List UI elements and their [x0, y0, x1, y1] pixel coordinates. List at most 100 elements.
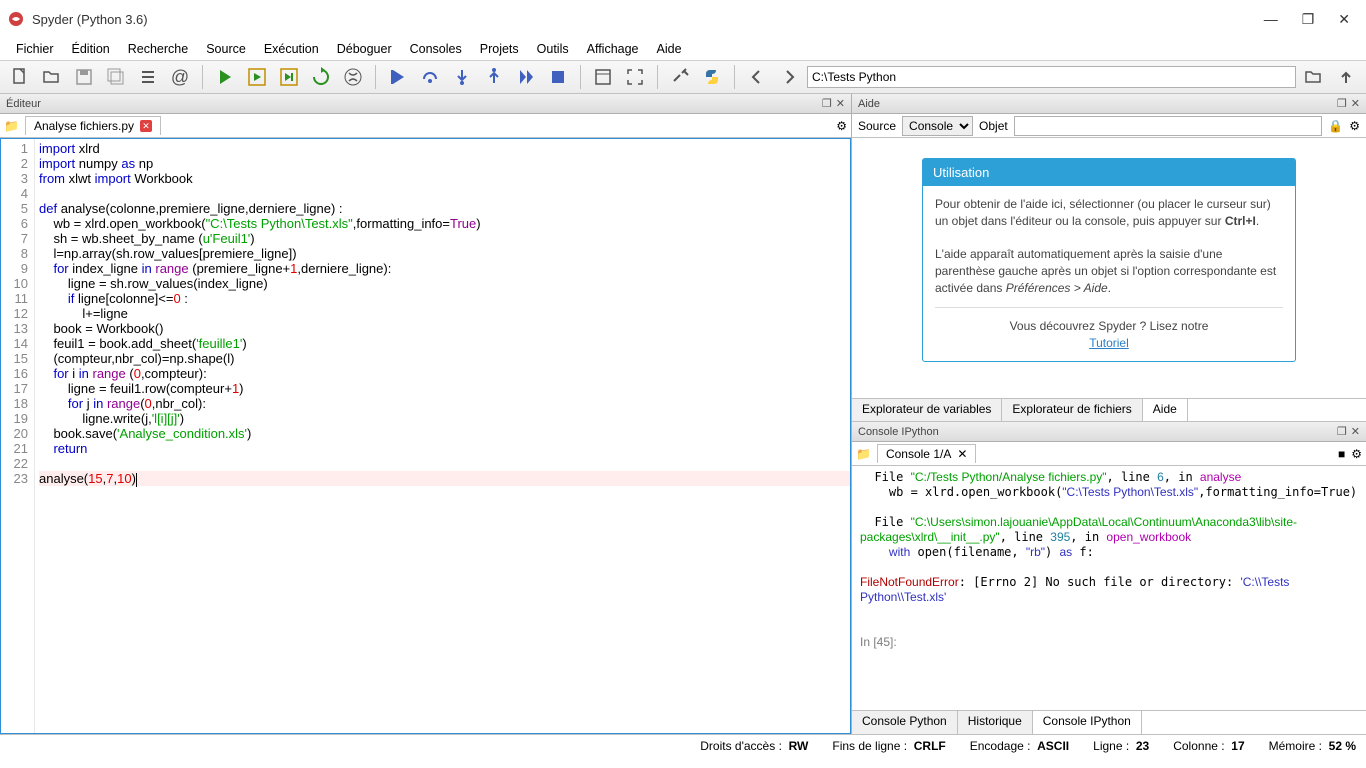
maximize-pane-button[interactable] — [589, 63, 617, 91]
maximize-button[interactable]: ❐ — [1302, 11, 1315, 28]
console-pane-title: Console IPython — [858, 426, 939, 438]
rerun-button[interactable] — [307, 63, 335, 91]
tab-help[interactable]: Aide — [1143, 399, 1188, 421]
status-line: Ligne : 23 — [1093, 739, 1149, 753]
line-gutter: 1234567891011121314151617181920212223 — [1, 139, 35, 733]
undock-icon[interactable]: ❐ — [822, 97, 832, 110]
run-cell-advance-button[interactable] — [275, 63, 303, 91]
menu-consoles[interactable]: Consoles — [402, 40, 470, 58]
undock-help-icon[interactable]: ❐ — [1337, 97, 1347, 110]
tutorial-link[interactable]: Tutoriel — [1089, 336, 1129, 350]
menu-edition[interactable]: Édition — [64, 40, 118, 58]
tab-python-console[interactable]: Console Python — [852, 711, 958, 734]
help-text-2: L'aide apparaît automatiquement après la… — [935, 246, 1283, 296]
editor-pane: Éditeur ❐ ✕ 📁 Analyse fichiers.py ✕ ⚙ 12… — [0, 94, 852, 734]
save-all-button[interactable] — [102, 63, 130, 91]
menu-execution[interactable]: Exécution — [256, 40, 327, 58]
working-dir-input[interactable] — [807, 66, 1296, 88]
help-source-label: Source — [858, 119, 896, 133]
help-toolbar: Source Console Objet 🔒 ⚙ — [852, 114, 1366, 138]
editor-options-icon[interactable]: ⚙ — [836, 119, 847, 133]
console-options-icon[interactable]: ⚙ — [1351, 447, 1362, 461]
help-object-label: Objet — [979, 119, 1008, 133]
undock-console-icon[interactable]: ❐ — [1337, 425, 1347, 438]
console-pane: Console IPython ❐ ✕ 📁 Console 1/A ✕ ■ ⚙ … — [852, 422, 1366, 734]
close-help-icon[interactable]: ✕ — [1351, 97, 1360, 110]
menu-deboguer[interactable]: Déboguer — [329, 40, 400, 58]
tab-ipython-console[interactable]: Console IPython — [1033, 711, 1142, 734]
close-console-tab-icon[interactable]: ✕ — [957, 447, 967, 461]
continue-button[interactable] — [512, 63, 540, 91]
status-eol: Fins de ligne : CRLF — [832, 739, 945, 753]
python-path-button[interactable] — [698, 63, 726, 91]
step-in-button[interactable] — [448, 63, 476, 91]
help-text-1: Pour obtenir de l'aide ici, sélectionner… — [935, 196, 1283, 230]
interrupt-icon[interactable]: ■ — [1338, 447, 1345, 461]
menu-fichier[interactable]: Fichier — [8, 40, 62, 58]
menu-bar: Fichier Édition Recherche Source Exécuti… — [0, 38, 1366, 60]
stop-debug-button[interactable] — [544, 63, 572, 91]
console-output[interactable]: File "C:/Tests Python/Analyse fichiers.p… — [852, 466, 1366, 710]
browse-dir-button[interactable] — [1300, 63, 1328, 91]
menu-outils[interactable]: Outils — [529, 40, 577, 58]
close-console-icon[interactable]: ✕ — [1351, 425, 1360, 438]
open-file-button[interactable] — [38, 63, 66, 91]
kill-button[interactable] — [339, 63, 367, 91]
console-tab-label: Console 1/A — [886, 447, 951, 461]
window-title: Spyder (Python 3.6) — [32, 12, 148, 27]
menu-source[interactable]: Source — [198, 40, 254, 58]
preferences-button[interactable] — [666, 63, 694, 91]
parent-dir-button[interactable] — [1332, 63, 1360, 91]
save-button[interactable] — [70, 63, 98, 91]
run-button[interactable] — [211, 63, 239, 91]
toolbar: @ — [0, 60, 1366, 94]
forward-button[interactable] — [775, 63, 803, 91]
spyder-logo-icon — [8, 11, 24, 27]
close-button[interactable]: ✕ — [1338, 11, 1350, 28]
fullscreen-button[interactable] — [621, 63, 649, 91]
console-browse-icon[interactable]: 📁 — [856, 447, 871, 461]
minimize-button[interactable]: — — [1264, 11, 1278, 28]
close-pane-icon[interactable]: ✕ — [836, 97, 845, 110]
help-pane-title: Aide — [858, 98, 880, 110]
console-bottom-tabs: Console Python Historique Console IPytho… — [852, 710, 1366, 734]
help-text-3: Vous découvrez Spyder ? Lisez notreTutor… — [935, 318, 1283, 352]
debug-button[interactable] — [384, 63, 412, 91]
menu-affichage[interactable]: Affichage — [579, 40, 647, 58]
tab-file-explorer[interactable]: Explorateur de fichiers — [1002, 399, 1142, 421]
new-file-button[interactable] — [6, 63, 34, 91]
help-source-select[interactable]: Console — [902, 116, 973, 136]
help-pane-header: Aide ❐ ✕ — [852, 94, 1366, 114]
tab-history[interactable]: Historique — [958, 711, 1033, 734]
help-tabs: Explorateur de variables Explorateur de … — [852, 398, 1366, 422]
browse-tabs-icon[interactable]: 📁 — [4, 119, 19, 133]
lock-icon[interactable]: 🔒 — [1328, 119, 1343, 133]
close-tab-icon[interactable]: ✕ — [140, 120, 152, 132]
editor-pane-title: Éditeur — [6, 98, 41, 110]
status-bar: Droits d'accès : RW Fins de ligne : CRLF… — [0, 734, 1366, 756]
menu-projets[interactable]: Projets — [472, 40, 527, 58]
help-object-input[interactable] — [1014, 116, 1323, 136]
editor-tabs: 📁 Analyse fichiers.py ✕ ⚙ — [0, 114, 851, 138]
back-button[interactable] — [743, 63, 771, 91]
menu-aide[interactable]: Aide — [649, 40, 690, 58]
run-cell-button[interactable] — [243, 63, 271, 91]
help-box-title: Utilisation — [923, 159, 1295, 186]
code-area[interactable]: import xlrd import numpy as np from xlwt… — [35, 139, 850, 733]
menu-recherche[interactable]: Recherche — [120, 40, 196, 58]
tab-variable-explorer[interactable]: Explorateur de variables — [852, 399, 1002, 421]
at-button[interactable]: @ — [166, 63, 194, 91]
list-button[interactable] — [134, 63, 162, 91]
console-pane-header: Console IPython ❐ ✕ — [852, 422, 1366, 442]
console-tab[interactable]: Console 1/A ✕ — [877, 444, 976, 463]
help-options-icon[interactable]: ⚙ — [1349, 119, 1360, 133]
editor-tab[interactable]: Analyse fichiers.py ✕ — [25, 116, 161, 135]
console-tabs: 📁 Console 1/A ✕ ■ ⚙ — [852, 442, 1366, 466]
status-memory: Mémoire : 52 % — [1269, 739, 1356, 753]
step-over-button[interactable] — [416, 63, 444, 91]
status-encoding: Encodage : ASCII — [970, 739, 1069, 753]
editor-pane-header: Éditeur ❐ ✕ — [0, 94, 851, 114]
status-permissions: Droits d'accès : RW — [700, 739, 808, 753]
step-out-button[interactable] — [480, 63, 508, 91]
editor-body[interactable]: 1234567891011121314151617181920212223 im… — [0, 138, 851, 734]
